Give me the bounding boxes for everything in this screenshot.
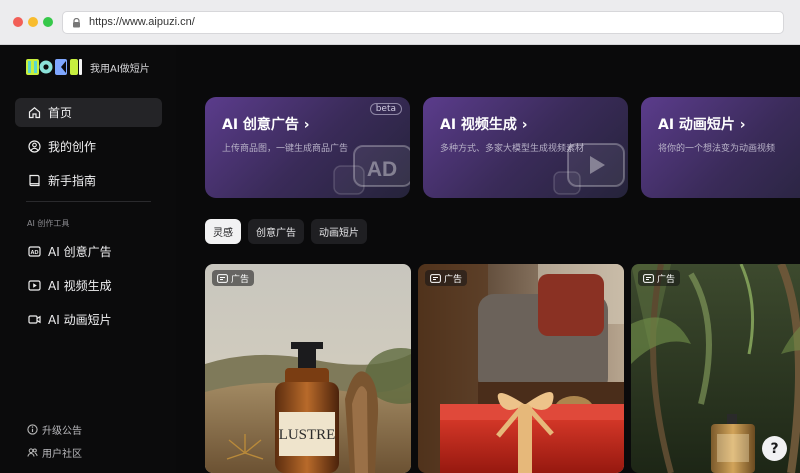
- main-content: AI 创意广告 › 上传商品图，一键生成商品广告 beta AD AI 视频生成…: [176, 45, 800, 473]
- sidebar-item-guide[interactable]: 新手指南: [15, 166, 162, 195]
- sidebar-item-ai-animation[interactable]: AI 动画短片: [15, 305, 162, 334]
- ad-tag-label: 广告: [444, 274, 463, 285]
- info-icon: [27, 424, 38, 435]
- ad-tag-label: 广告: [657, 274, 676, 285]
- tools-section-title: AI 创作工具: [27, 219, 70, 228]
- lock-icon: [73, 18, 80, 28]
- beta-badge: beta: [369, 103, 402, 115]
- logo-tagline: 我用AI做短片: [90, 64, 150, 75]
- ad-tag: 广告: [638, 270, 681, 286]
- sidebar-item-ai-ad[interactable]: AD AI 创意广告: [15, 237, 162, 266]
- updates-label: 升级公告: [42, 426, 82, 437]
- user-circle-icon: [28, 140, 41, 153]
- ad-icon: AD: [28, 246, 41, 257]
- ad-tag: 广告: [212, 270, 255, 286]
- community-link[interactable]: 用户社区: [27, 445, 82, 460]
- browser-toolbar: https://www.aipuzi.cn/: [0, 0, 800, 45]
- community-label: 用户社区: [42, 449, 82, 460]
- ad-tag-icon: [643, 273, 654, 283]
- sidebar-item-ai-video[interactable]: AI 视频生成: [15, 271, 162, 300]
- sidebar-item-label: 我的创作: [48, 140, 97, 154]
- close-window-button[interactable]: [13, 17, 23, 27]
- ad-tag-icon: [217, 273, 228, 283]
- browser-window: https://www.aipuzi.cn/ 我用AI做短片 首页 我的创作 新…: [0, 0, 800, 473]
- feature-card-ai-animation[interactable]: AI 动画短片 › 将你的一个想法变为动画视频: [641, 97, 800, 198]
- svg-text:AD: AD: [31, 250, 39, 256]
- gallery-item[interactable]: 广告: [418, 264, 624, 473]
- home-icon: [28, 107, 41, 119]
- maximize-window-button[interactable]: [43, 17, 53, 27]
- sidebar-item-label: AI 动画短片: [48, 313, 112, 327]
- sidebar-item-label: AI 视频生成: [48, 279, 112, 293]
- minimize-window-button[interactable]: [28, 17, 38, 27]
- feature-card-desc: 将你的一个想法变为动画视频: [658, 144, 776, 154]
- ad-tag-icon: [430, 273, 441, 283]
- users-icon: [27, 448, 38, 457]
- serum-bottle-image: LUSTRE: [205, 264, 411, 473]
- bottle-label-text: LUSTRE: [279, 427, 336, 443]
- ad-tag: 广告: [425, 270, 468, 286]
- feature-card-title: AI 视频生成 ›: [440, 117, 528, 133]
- sidebar-item-home[interactable]: 首页: [15, 98, 162, 127]
- tab-animation-shorts[interactable]: 动画短片: [311, 219, 367, 244]
- gift-box-image: [418, 264, 624, 473]
- updates-link[interactable]: 升级公告: [27, 422, 82, 437]
- feature-card-title: AI 创意广告 ›: [222, 117, 310, 133]
- sidebar-item-my-creations[interactable]: 我的创作: [15, 132, 162, 161]
- ad-illustration-icon: AD: [333, 145, 410, 195]
- feature-card-ai-ad[interactable]: AI 创意广告 › 上传商品图，一键生成商品广告 beta AD: [205, 97, 410, 198]
- ad-tag-label: 广告: [231, 274, 250, 285]
- sidebar-item-label: 首页: [48, 106, 73, 120]
- address-bar[interactable]: https://www.aipuzi.cn/: [62, 11, 784, 34]
- sidebar-divider: [26, 201, 151, 202]
- tab-creative-ads[interactable]: 创意广告: [248, 219, 304, 244]
- gallery-item[interactable]: LUSTRE 广告: [205, 264, 411, 473]
- sidebar-item-label: AI 创意广告: [48, 245, 112, 259]
- play-icon: [28, 280, 41, 291]
- video-camera-icon: [28, 315, 41, 324]
- feature-card-title: AI 动画短片 ›: [658, 117, 746, 133]
- video-illustration-icon: [553, 143, 625, 195]
- moki-logo: [26, 59, 82, 75]
- tab-inspiration[interactable]: 灵感: [205, 219, 241, 244]
- book-icon: [29, 174, 40, 187]
- feature-card-ai-video[interactable]: AI 视频生成 › 多种方式、多家大模型生成视频素材: [423, 97, 628, 198]
- sidebar-item-label: 新手指南: [48, 174, 97, 188]
- url-text: https://www.aipuzi.cn/: [89, 16, 195, 28]
- svg-text:AD: AD: [367, 158, 397, 181]
- help-button[interactable]: ?: [762, 436, 787, 461]
